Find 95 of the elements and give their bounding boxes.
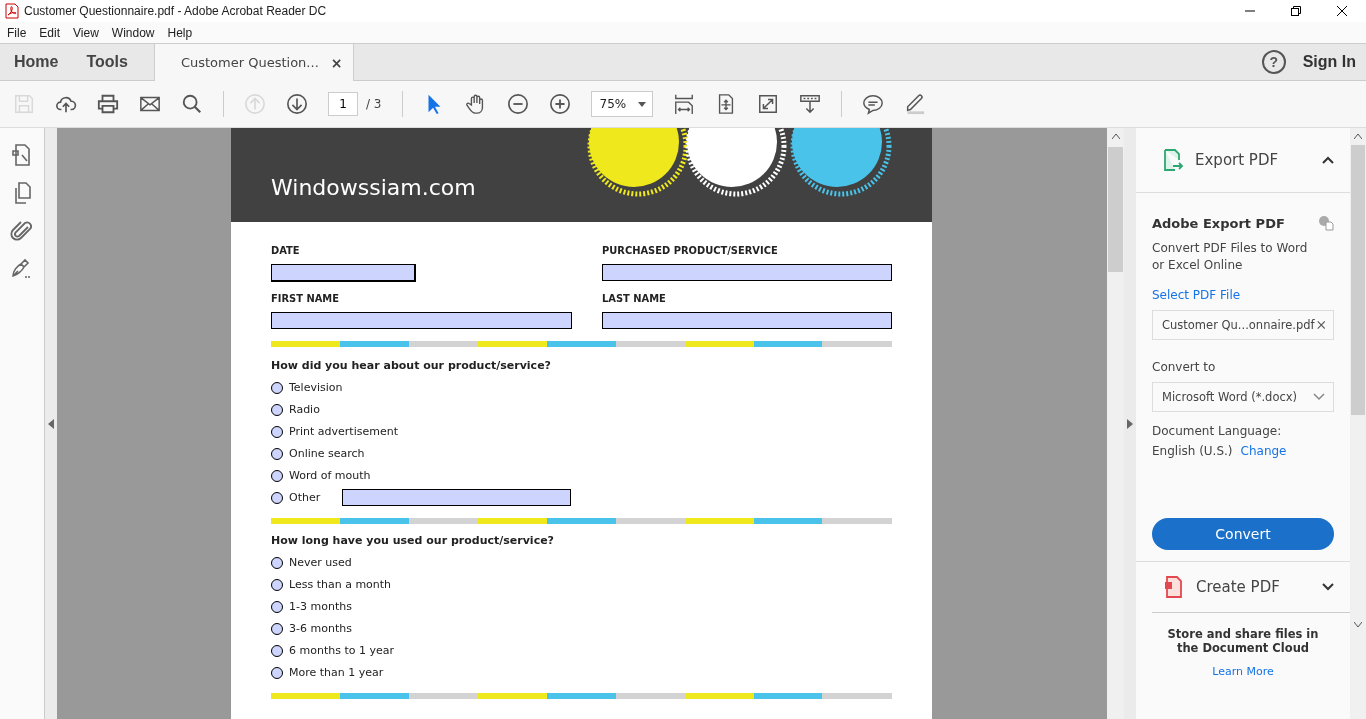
form-input-field[interactable] (271, 312, 572, 329)
panel-scrollbar[interactable] (1350, 128, 1366, 719)
help-button[interactable]: ? (1261, 50, 1286, 74)
radio-button[interactable] (271, 381, 283, 394)
sign-in-button[interactable]: Sign In (1302, 53, 1356, 71)
menu-item[interactable]: File (7, 25, 27, 40)
collapse-left-icon[interactable] (48, 418, 54, 429)
radio-button[interactable] (271, 578, 283, 591)
question-text: How did you hear about our product/service? (271, 359, 552, 372)
page-total: / 3 (366, 97, 382, 111)
menu-item[interactable]: Edit (39, 25, 61, 40)
zoom-in-icon[interactable] (548, 93, 571, 115)
pdf-file-icon (4, 3, 20, 19)
document-tab[interactable]: Customer Question... × (153, 44, 354, 81)
option-label: Online search (289, 446, 365, 461)
radio-button[interactable] (271, 644, 283, 657)
cloud-file-icon (1318, 215, 1334, 231)
option-label: 3-6 months (289, 621, 352, 636)
learn-more-link[interactable]: Learn More (1212, 665, 1274, 678)
zoom-out-icon[interactable] (506, 93, 529, 115)
chevron-down-icon (1313, 393, 1325, 401)
page-number-field[interactable]: 1 (328, 92, 358, 116)
question-text: How long have you used our product/service? (271, 534, 555, 547)
window-title: Customer Questionnaire.pdf - Adobe Acrobat Reader DC (24, 4, 327, 18)
radio-button[interactable] (271, 491, 283, 504)
file-field[interactable]: Customer Qu...onnaire.pdf (1152, 310, 1334, 340)
language-label: Document Language: (1152, 424, 1283, 438)
fit-width-icon[interactable] (672, 93, 695, 115)
scroll-down-icon[interactable] (1354, 622, 1362, 627)
option-label: 1-3 months (289, 599, 352, 614)
other-input-field[interactable] (342, 489, 572, 506)
form-input-field[interactable] (602, 264, 892, 281)
radio-button[interactable] (271, 556, 283, 569)
nav-tab[interactable]: Tools (72, 53, 142, 71)
caret-icon (637, 101, 646, 107)
scroll-thumb[interactable] (1351, 145, 1365, 415)
option-label: More than 1 year (289, 665, 384, 680)
scroll-thumb[interactable] (1108, 147, 1123, 272)
menu-item[interactable]: View (73, 25, 99, 40)
format-dropdown[interactable]: Microsoft Word (*.docx) (1152, 382, 1334, 412)
clear-icon[interactable] (1316, 319, 1325, 331)
field-label: LAST NAME (602, 292, 667, 305)
comment-icon[interactable] (861, 93, 884, 115)
scroll-up-icon[interactable] (1111, 134, 1120, 139)
option-label: Less than a month (289, 577, 392, 592)
radio-button[interactable] (271, 403, 283, 416)
search-icon[interactable] (181, 93, 203, 115)
paperclip-icon[interactable] (10, 219, 34, 243)
convert-button[interactable]: Convert (1152, 518, 1334, 550)
select-file-link[interactable]: Select PDF File (1152, 288, 1334, 302)
restore-icon[interactable] (1290, 5, 1302, 17)
form-input-field[interactable] (602, 312, 892, 329)
form-input-field[interactable] (271, 264, 416, 282)
menu-item[interactable]: Window (111, 25, 155, 40)
expand-icon[interactable] (756, 93, 779, 115)
section-title: Adobe Export PDF (1152, 215, 1285, 231)
menu-item[interactable]: Help (167, 25, 193, 40)
language-value: English (U.S.) (1152, 444, 1233, 458)
nav-tab[interactable]: Home (0, 53, 73, 71)
field-label: PURCHASED PRODUCT/SERVICE (602, 244, 779, 257)
option-label: Other (289, 490, 321, 505)
radio-button[interactable] (271, 425, 283, 438)
tab-label: Customer Question... (180, 55, 319, 70)
radio-button[interactable] (271, 666, 283, 679)
keyboard-download-icon[interactable] (798, 93, 821, 115)
panel-title[interactable]: Create PDF (1196, 578, 1312, 596)
cloud-text: Store and share files in the Document Cloud (1166, 627, 1320, 655)
chevron-up-icon[interactable] (1322, 156, 1334, 164)
panel-title[interactable]: Export PDF (1195, 151, 1312, 169)
tab-close-button[interactable]: × (330, 54, 343, 71)
zoom-dropdown[interactable]: 75% (590, 91, 653, 117)
change-link[interactable]: Change (1240, 444, 1287, 458)
close-icon[interactable] (1336, 5, 1348, 17)
vertical-scrollbar[interactable] (1107, 128, 1124, 719)
option-label: Print advertisement (289, 424, 398, 439)
radio-button[interactable] (271, 469, 283, 482)
option-label: Word of mouth (289, 468, 371, 483)
panel-description: Convert PDF Files to Word or Excel Online (1152, 240, 1309, 274)
brand-title: Windowssiam.com (271, 175, 476, 200)
collapse-right-icon[interactable] (1127, 418, 1133, 429)
option-label: Radio (289, 402, 320, 417)
chevron-down-icon[interactable] (1322, 583, 1334, 591)
field-label: DATE (271, 244, 301, 257)
printer-icon[interactable] (97, 93, 119, 115)
arrow-down-circle-icon[interactable] (286, 93, 308, 115)
radio-button[interactable] (271, 622, 283, 635)
option-label: 6 months to 1 year (289, 643, 394, 658)
export-file-icon (1161, 148, 1185, 172)
radio-button[interactable] (271, 600, 283, 613)
option-label: Never used (289, 555, 352, 570)
convert-to-label: Convert to (1152, 360, 1217, 374)
radio-button[interactable] (271, 447, 283, 460)
scroll-up-icon[interactable] (1354, 134, 1362, 139)
option-label: Television (289, 380, 343, 395)
field-label: FIRST NAME (271, 292, 340, 305)
